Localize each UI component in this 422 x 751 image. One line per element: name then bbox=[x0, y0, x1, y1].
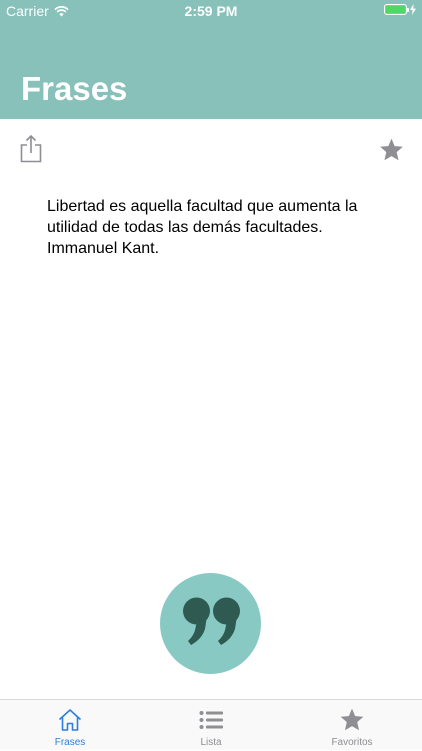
battery-icon bbox=[384, 4, 409, 15]
star-icon bbox=[380, 138, 403, 161]
tab-favoritos[interactable]: Favoritos bbox=[282, 700, 422, 751]
page-title: Frases bbox=[21, 70, 128, 107]
charging-bolt-icon bbox=[410, 4, 416, 15]
list-icon bbox=[199, 711, 223, 729]
tab-lista[interactable]: Lista bbox=[141, 700, 281, 751]
status-bar: Carrier 2:59 PM bbox=[0, 0, 422, 22]
battery-indicator bbox=[384, 4, 416, 15]
clock: 2:59 PM bbox=[184, 3, 238, 19]
tab-label: Favoritos bbox=[331, 737, 373, 748]
navigation-header: Carrier 2:59 PM Frases bbox=[0, 0, 422, 119]
tab-label: Lista bbox=[200, 737, 222, 748]
tab-bar: Frases Lista Favoritos bbox=[0, 699, 422, 750]
share-icon bbox=[20, 134, 42, 163]
home-icon bbox=[58, 709, 82, 731]
star-icon bbox=[340, 708, 364, 731]
quote-text: Libertad es aquella facultad que aumenta… bbox=[47, 198, 358, 257]
tab-label: Frases bbox=[54, 737, 86, 748]
tab-frases[interactable]: Frases bbox=[0, 700, 140, 751]
new-quote-button[interactable] bbox=[160, 573, 261, 674]
favorite-button[interactable] bbox=[378, 137, 405, 163]
share-button[interactable] bbox=[18, 134, 44, 164]
quote-marks-icon bbox=[183, 597, 240, 645]
